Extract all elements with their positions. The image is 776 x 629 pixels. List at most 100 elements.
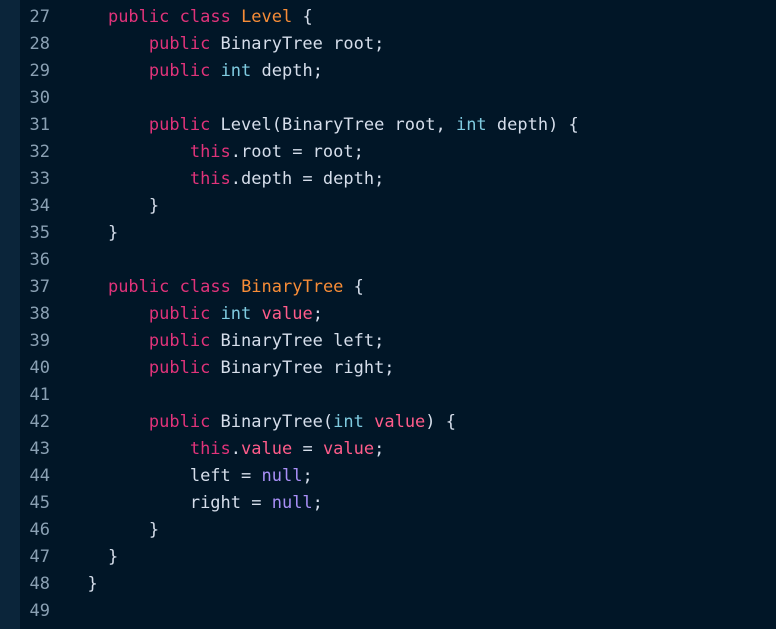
code-token: int (455, 115, 487, 135)
code-token: } (148, 520, 160, 540)
gutter-gap (50, 463, 67, 490)
code-line[interactable]: 44 left = null; (20, 463, 776, 490)
gutter-gap (50, 571, 67, 598)
gutter-gap (50, 247, 67, 274)
code-token: Level (241, 7, 293, 27)
gutter-gap (50, 220, 67, 247)
code-editor[interactable]: 27 public class Level {28 public BinaryT… (0, 0, 776, 629)
code-token: left = (189, 466, 262, 486)
code-line[interactable]: 45 right = null; (20, 490, 776, 517)
code-token: value (374, 412, 426, 432)
code-line[interactable]: 37 public class BinaryTree { (20, 274, 776, 301)
code-line[interactable]: 35 } (20, 220, 776, 247)
line-number: 40 (29, 358, 50, 378)
gutter-gap (50, 490, 67, 517)
gutter-gap (50, 112, 67, 139)
code-line[interactable]: 28 public BinaryTree root; (20, 31, 776, 58)
gutter-gap (50, 598, 67, 625)
code-line[interactable]: 42 public BinaryTree(int value) { (20, 409, 776, 436)
gutter-gap (50, 58, 67, 85)
code-line[interactable]: 38 public int value; (20, 301, 776, 328)
code-token: = (292, 439, 323, 459)
gutter-gap (50, 274, 67, 301)
code-line[interactable]: 27 public class Level { (20, 4, 776, 31)
code-token: } (107, 547, 119, 567)
gutter-gap (50, 436, 67, 463)
code-line[interactable]: 33 this .depth = depth; (20, 166, 776, 193)
code-line[interactable]: 46 } (20, 517, 776, 544)
code-token: public (148, 34, 211, 54)
code-token: null (271, 493, 313, 513)
code-token: } (87, 574, 98, 594)
code-token: public (148, 61, 211, 81)
code-token: ; (312, 493, 323, 513)
code-line[interactable]: 34 } (20, 193, 776, 220)
line-number: 37 (29, 277, 50, 297)
code-token: ; (302, 466, 313, 486)
code-line[interactable]: 31 public Level(BinaryTree root, int dep… (20, 112, 776, 139)
line-number: 47 (29, 547, 50, 567)
editor-gutter-strip (0, 0, 20, 629)
line-number: 27 (29, 7, 50, 27)
code-token: BinaryTree root; (210, 34, 385, 54)
code-line[interactable]: 30 (20, 85, 776, 112)
gutter-gap (50, 301, 67, 328)
code-token: int (220, 61, 252, 81)
gutter-gap (50, 193, 67, 220)
code-line[interactable]: 36 (20, 247, 776, 274)
code-token: value (261, 304, 313, 324)
code-token: depth; (251, 61, 323, 81)
code-token: public (107, 7, 170, 27)
code-token: this (189, 169, 231, 189)
code-token: public (148, 331, 211, 351)
line-number: 41 (29, 385, 50, 405)
code-line[interactable]: 43 this. value = value; (20, 436, 776, 463)
code-line[interactable]: 40 public BinaryTree right; (20, 355, 776, 382)
code-line[interactable]: 49 (20, 598, 776, 625)
code-line[interactable]: 32 this .root = root; (20, 139, 776, 166)
code-token: Level(BinaryTree root, (210, 115, 456, 135)
code-line[interactable]: 47 } (20, 544, 776, 571)
code-line[interactable]: 48 } (20, 571, 776, 598)
code-token: .depth = depth; (230, 169, 385, 189)
line-number: 39 (29, 331, 50, 351)
gutter-gap (50, 166, 67, 193)
line-number: 48 (29, 574, 50, 594)
line-number: 43 (29, 439, 50, 459)
code-token: public (148, 304, 211, 324)
line-number: 49 (29, 601, 50, 621)
line-number: 45 (29, 493, 50, 513)
code-line[interactable]: 29 public int depth; (20, 58, 776, 85)
code-token: public (148, 115, 211, 135)
gutter-gap (50, 4, 67, 31)
gutter-gap (50, 544, 67, 571)
code-token: .root = root; (230, 142, 364, 162)
code-token: right = (189, 493, 272, 513)
line-number: 35 (29, 223, 50, 243)
code-token: class (179, 7, 231, 27)
code-area[interactable]: 27 public class Level {28 public BinaryT… (20, 4, 776, 625)
line-number: 42 (29, 412, 50, 432)
line-number: 38 (29, 304, 50, 324)
code-line[interactable]: 39 public BinaryTree left; (20, 328, 776, 355)
gutter-gap (50, 409, 67, 436)
line-number: 29 (29, 61, 50, 81)
code-line[interactable]: 41 (20, 382, 776, 409)
code-token: ) { (425, 412, 457, 432)
